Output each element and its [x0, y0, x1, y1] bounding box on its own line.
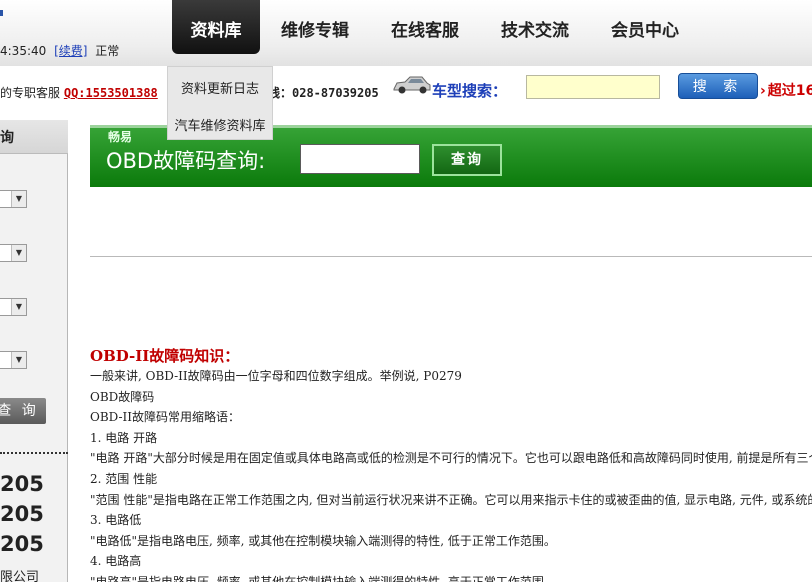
article-line: "电路 开路"大部分时候是用在固定值或具体电路高或低的检测是不可行的情况下。它也… [90, 451, 812, 466]
select-brand[interactable]: ▼ [0, 190, 27, 208]
chevron-down-icon: ▼ [11, 245, 26, 261]
sidebar-query-button[interactable]: 查 询 [0, 398, 46, 424]
obd-article: OBD-II故障码知识： 一般来讲, OBD-II故障码由一位字母和四位数字组成… [90, 346, 812, 582]
service-prefix: 的专职客服 [0, 86, 61, 100]
dropdown-item-repair-library[interactable]: 汽车维修资料库 [168, 115, 272, 134]
nav-item-kefu[interactable]: 在线客服 [370, 0, 480, 54]
sidebar-number: 205 [0, 472, 44, 496]
obd-label: OBD故障码查询: [106, 149, 266, 173]
arrow-icon: › [760, 83, 766, 99]
select-model[interactable]: ▼ [0, 298, 27, 316]
nav-item-huiyuan[interactable]: 会员中心 [590, 0, 700, 54]
nav-dropdown: 资料更新日志 汽车维修资料库 [167, 66, 273, 140]
select-series[interactable]: ▼ [0, 244, 27, 262]
car-icon [393, 76, 431, 94]
search-label: 车型搜索： [432, 82, 508, 100]
sidebar-number: 205 [0, 532, 44, 556]
article-line: OBD-II故障码常用缩略语： [90, 410, 241, 425]
article-line: 3. 电路低 [90, 513, 142, 528]
page: 4:35:40 [续费] 正常 资料库 维修专辑 在线客服 技术交流 会员中心 … [0, 0, 812, 582]
sidebar-title: 查询 [0, 120, 68, 154]
select-category[interactable]: ▼ [0, 351, 27, 369]
divider [90, 256, 812, 257]
sidebar-divider [0, 452, 68, 454]
car-search-input[interactable] [526, 75, 660, 99]
main-nav: 资料库 维修专辑 在线客服 技术交流 会员中心 [172, 0, 700, 54]
top-nav-bar: 4:35:40 [续费] 正常 资料库 维修专辑 在线客服 技术交流 会员中心 [0, 0, 812, 66]
article-line: 4. 电路高 [90, 554, 142, 569]
article-heading: OBD-II故障码知识： [90, 347, 240, 365]
article-line: 1. 电路 开路 [90, 430, 158, 445]
nav-item-jishu[interactable]: 技术交流 [480, 0, 590, 54]
article-line: "范围 性能"是指电路在正常工作范围之内, 但对当前运行状况来讲不正确。它可以用… [90, 492, 812, 507]
article-line: 一般来讲, OBD-II故障码由一位字母和四位数字组成。举例说, P0279 [90, 369, 462, 383]
obd-brand: 畅易 [108, 130, 133, 144]
corner-marker [0, 10, 3, 16]
article-line: "电路高"是指电路电压, 频率, 或其他在控制模块输入端测得的特性, 高于正常工… [90, 574, 556, 582]
service-info: 的专职客服 QQ:1553501388 [0, 84, 158, 101]
status-text: 正常 [95, 44, 120, 58]
nav-item-ziliaoku[interactable]: 资料库 [172, 0, 260, 54]
article-line: 2. 范围 性能 [90, 471, 158, 486]
obd-code-input[interactable] [300, 144, 420, 174]
session-time: 4:35:40 [0, 44, 47, 58]
search-button[interactable]: 搜 索 [678, 73, 758, 99]
article-line: OBD故障码 [90, 389, 155, 404]
chevron-down-icon: ▼ [11, 191, 26, 207]
qq-link[interactable]: QQ:1553501388 [64, 86, 158, 100]
chevron-down-icon: ▼ [11, 299, 26, 315]
promo-label: 超过16 [767, 83, 812, 99]
article-line: "电路低"是指电路电压, 频率, 或其他在控制模块输入端测得的特性, 低于正常工… [90, 533, 556, 548]
nav-item-weixiu[interactable]: 维修专辑 [260, 0, 370, 54]
obd-query-button[interactable]: 查询 [432, 144, 502, 176]
dropdown-item-update-log[interactable]: 资料更新日志 [168, 78, 272, 97]
chevron-down-icon: ▼ [11, 352, 26, 368]
sidebar: 查询 ▼ ▼ ▼ ▼ 查 询 205 205 205 限公司 [0, 120, 68, 582]
hotline: 线：028-87039205 [268, 86, 379, 100]
company-name: 限公司 [0, 570, 40, 582]
sidebar-number: 205 [0, 502, 44, 526]
info-bar: 的专职客服 QQ:1553501388 线：028-87039205 车型搜索：… [0, 66, 812, 120]
account-status: 4:35:40 [续费] 正常 [0, 42, 119, 59]
renew-link[interactable]: [续费] [54, 44, 87, 58]
promo-text: › 超过16 [760, 80, 812, 100]
